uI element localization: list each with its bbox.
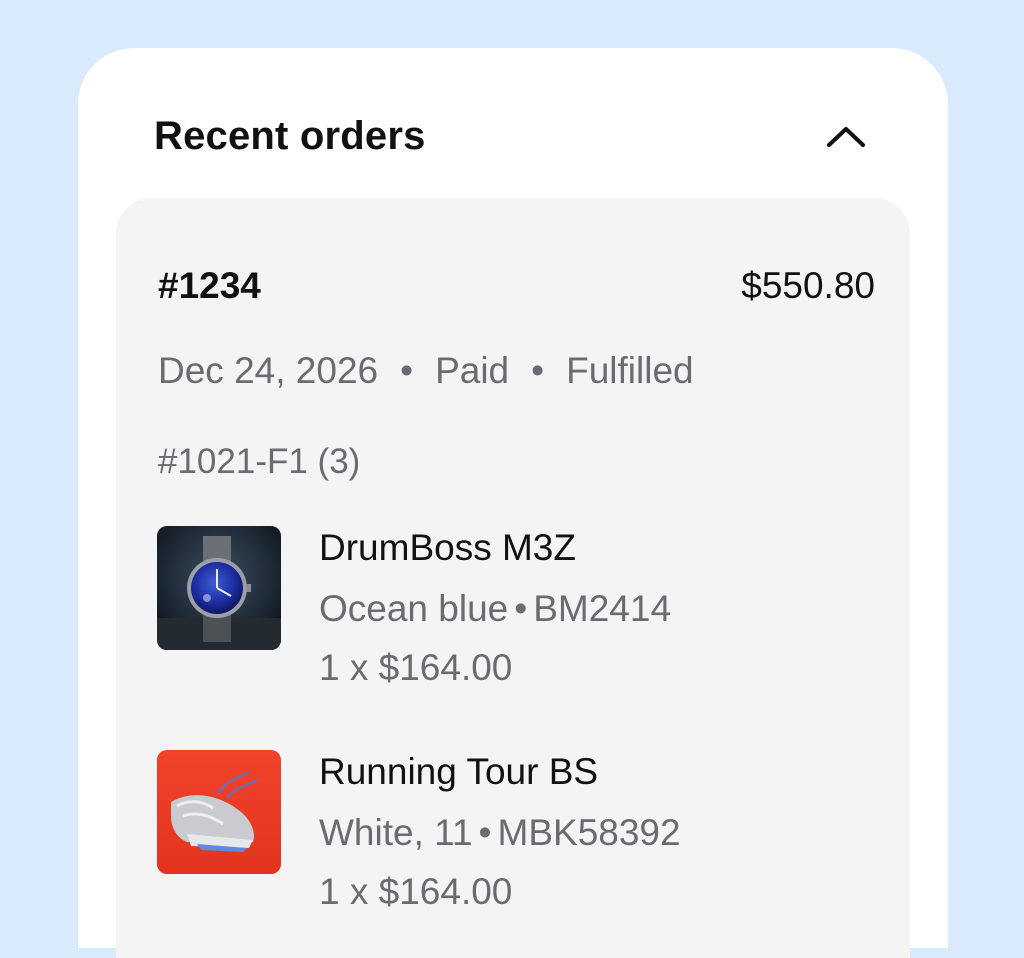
order-meta: Dec 24, 2026 • Paid • Fulfilled (158, 348, 694, 394)
collapse-button[interactable] (812, 110, 880, 162)
item-quantity-price: 1 x $164.00 (319, 871, 513, 912)
watch-image (157, 526, 281, 650)
item-name[interactable]: Running Tour BS (319, 750, 598, 794)
separator-dot: • (400, 350, 414, 391)
order-date: Dec 24, 2026 (158, 350, 379, 391)
section-title: Recent orders (154, 114, 426, 158)
item-variant: White, 11 • MBK58392 (319, 811, 681, 855)
item-variant: Ocean blue • BM2414 (319, 587, 671, 631)
fulfillment-status: Fulfilled (566, 350, 694, 391)
item-sku: MBK58392 (497, 812, 681, 853)
sneaker-image (157, 750, 281, 874)
item-name[interactable]: DrumBoss M3Z (319, 526, 576, 570)
payment-status: Paid (435, 350, 510, 391)
recent-orders-card: Recent orders #1234 $550.80 Dec 24, 2026… (78, 48, 948, 958)
variant-label: Ocean blue (319, 588, 509, 629)
order-number[interactable]: #1234 (158, 264, 261, 308)
fulfillment-reference: #1021-F1 (3) (158, 442, 361, 481)
chevron-up-icon (827, 127, 865, 147)
variant-label: White, 11 (319, 812, 473, 853)
order-panel[interactable]: #1234 $550.80 Dec 24, 2026 • Paid • Fulfille… (116, 198, 910, 958)
order-line-item[interactable]: DrumBoss M3Z Ocean blue • BM2414 1 x $164.… (157, 526, 877, 696)
item-quantity-price: 1 x $164.00 (319, 647, 513, 688)
separator-dot: • (531, 350, 545, 391)
item-sku: BM2414 (533, 588, 672, 629)
order-total: $550.80 (741, 265, 875, 306)
order-line-item[interactable]: Running Tour BS White, 11 • MBK58392 1 x $… (157, 750, 877, 920)
separator-dot: • (478, 812, 492, 853)
separator-dot: • (514, 588, 528, 629)
card-header: Recent orders (78, 48, 948, 198)
